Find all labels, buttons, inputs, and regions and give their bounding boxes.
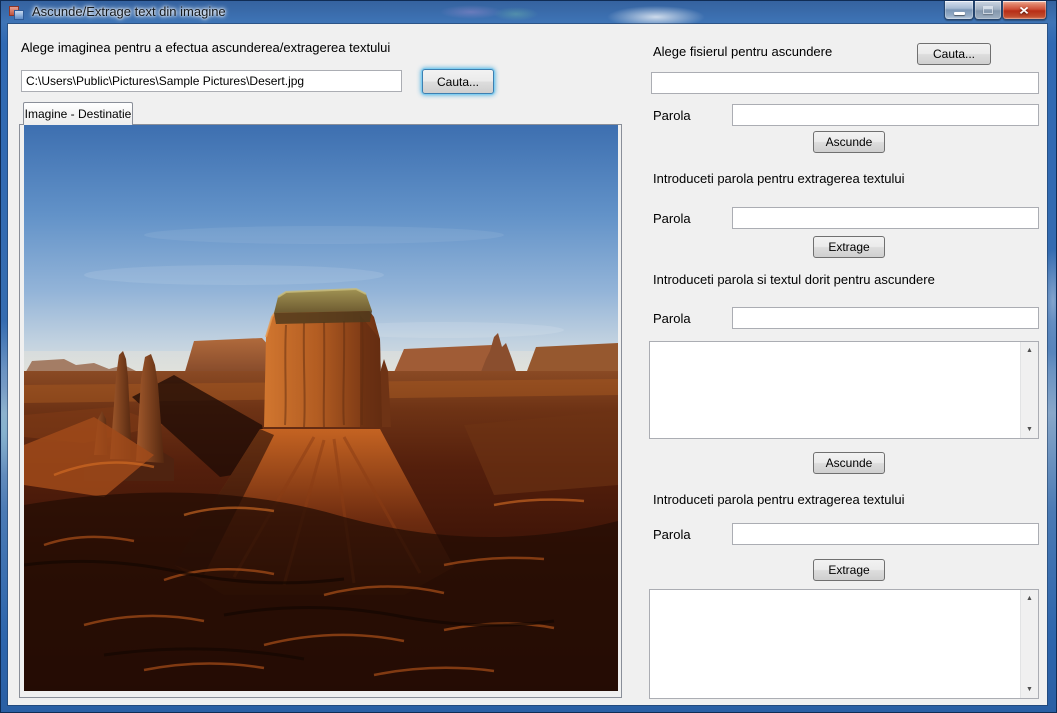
- scroll-down-icon[interactable]: ▼: [1021, 421, 1038, 438]
- scroll-up-icon[interactable]: ▲: [1021, 590, 1038, 607]
- app-icon: [8, 4, 24, 20]
- scroll-down-icon[interactable]: ▼: [1021, 681, 1038, 698]
- extract-file-instruction: Introduceti parola pentru extragerea tex…: [653, 171, 905, 186]
- scroll-up-icon[interactable]: ▲: [1021, 342, 1038, 359]
- tab-imagine-destinatie[interactable]: Imagine - Destinatie: [23, 102, 133, 125]
- app-icon-blue-square: [14, 10, 24, 20]
- close-button[interactable]: ×: [1002, 1, 1047, 20]
- hide-file-action-button[interactable]: Ascunde: [813, 131, 885, 153]
- extract-text-scrollbar[interactable]: ▲ ▼: [1020, 590, 1038, 698]
- titlebar[interactable]: Ascunde/Extrage text din imagine ×: [1, 1, 1056, 23]
- window-title: Ascunde/Extrage text din imagine: [32, 4, 226, 19]
- hide-text-input[interactable]: [650, 342, 1020, 438]
- hide-file-password-input[interactable]: [732, 104, 1039, 126]
- extract-text-instruction: Introduceti parola pentru extragerea tex…: [653, 492, 905, 507]
- extract-text-password-label: Parola: [653, 527, 691, 542]
- choose-image-instruction: Alege imaginea pentru a efectua ascunder…: [21, 40, 391, 55]
- tab-label: Imagine - Destinatie: [24, 107, 132, 121]
- hide-text-action-button[interactable]: Ascunde: [813, 452, 885, 474]
- close-icon: ×: [1019, 1, 1030, 18]
- browse-file-button[interactable]: Cauta...: [917, 43, 991, 65]
- hide-file-instruction: Alege fisierul pentru ascundere: [653, 44, 833, 59]
- desert-image: [24, 125, 618, 691]
- minimize-icon: [953, 12, 965, 15]
- hide-file-password-label: Parola: [653, 108, 691, 123]
- hide-text-password-input[interactable]: [732, 307, 1039, 329]
- window-controls: ×: [944, 1, 1047, 20]
- app-window: Ascunde/Extrage text din imagine × Alege…: [0, 0, 1057, 713]
- minimize-button[interactable]: [944, 1, 974, 20]
- hide-text-instruction: Introduceti parola si textul dorit pentr…: [653, 272, 935, 287]
- image-tab-page: [19, 124, 622, 698]
- maximize-icon: [983, 6, 993, 14]
- browse-image-button[interactable]: Cauta...: [422, 69, 494, 94]
- hide-text-password-label: Parola: [653, 311, 691, 326]
- extract-text-password-input[interactable]: [732, 523, 1039, 545]
- extract-file-password-label: Parola: [653, 211, 691, 226]
- extract-text-output[interactable]: [650, 590, 1020, 698]
- extract-file-password-input[interactable]: [732, 207, 1039, 229]
- hide-text-scrollbar[interactable]: ▲ ▼: [1020, 342, 1038, 438]
- image-path-input[interactable]: [21, 70, 402, 92]
- extract-text-textbox: ▲ ▼: [649, 589, 1039, 699]
- extract-text-action-button[interactable]: Extrage: [813, 559, 885, 581]
- maximize-button: [974, 1, 1002, 20]
- extract-file-action-button[interactable]: Extrage: [813, 236, 885, 258]
- hide-text-textbox: ▲ ▼: [649, 341, 1039, 439]
- hide-file-path-input[interactable]: [651, 72, 1039, 94]
- client-area: Alege imaginea pentru a efectua ascunder…: [8, 24, 1047, 705]
